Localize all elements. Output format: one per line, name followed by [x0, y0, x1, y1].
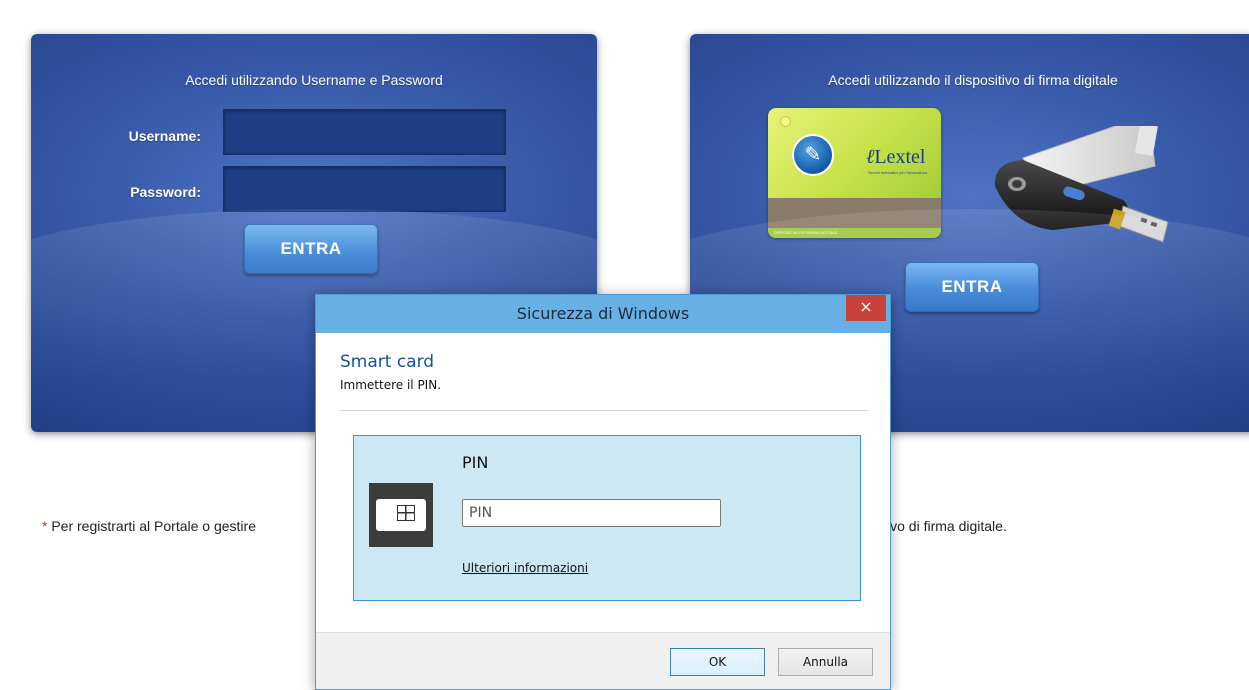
- card-stripe: [768, 198, 941, 228]
- dialog-footer: OK Annulla: [316, 632, 890, 689]
- username-login-title: Accedi utilizzando Username e Password: [185, 72, 443, 88]
- windows-security-dialog: Sicurezza di Windows × Smart card Immett…: [315, 294, 891, 690]
- username-input[interactable]: [223, 109, 506, 155]
- cancel-button[interactable]: Annulla: [778, 648, 873, 676]
- username-login-submit-button[interactable]: ENTRA: [244, 224, 378, 274]
- card-dot-decoration: [780, 116, 791, 127]
- smart-card-illustration: ✎ ℓLextel Servizi telematici per l'avvoc…: [768, 108, 941, 238]
- card-brand: ℓLextel: [866, 146, 926, 168]
- digital-signature-title: Accedi utilizzando il dispositivo di fir…: [828, 72, 1118, 88]
- password-input[interactable]: [223, 166, 506, 212]
- card-caption: DISPOSITIVO DI FIRMA DIGITALE: [774, 230, 838, 235]
- username-label: Username:: [128, 128, 201, 144]
- footnote-star: *: [42, 518, 48, 534]
- dialog-subheading: Immettere il PIN.: [340, 378, 442, 392]
- card-brand-subtitle: Servizi telematici per l'avvocatura: [868, 170, 928, 175]
- digital-signature-submit-button[interactable]: ENTRA: [905, 262, 1039, 312]
- password-label: Password:: [130, 184, 201, 200]
- dialog-heading: Smart card: [340, 352, 435, 372]
- pin-input[interactable]: [462, 499, 721, 527]
- close-button[interactable]: ×: [846, 295, 886, 321]
- smart-card-icon: [369, 483, 433, 547]
- dialog-titlebar[interactable]: Sicurezza di Windows ×: [316, 295, 890, 333]
- ok-button[interactable]: OK: [670, 648, 765, 676]
- dialog-separator: [340, 410, 868, 411]
- pin-credential-tile[interactable]: PIN Ulteriori informazioni: [353, 435, 861, 601]
- usb-token-icon: [994, 126, 1169, 243]
- card-logo-icon: ✎: [792, 134, 834, 176]
- more-info-link[interactable]: Ulteriori informazioni: [462, 561, 588, 575]
- footnote-text-start: Per registrarti al Portale o gestire: [51, 518, 256, 534]
- dialog-title: Sicurezza di Windows: [516, 304, 690, 323]
- pin-label: PIN: [462, 453, 489, 472]
- footnote-text: * Per registrarti al Portale o gestire: [42, 518, 256, 534]
- footnote-text-end: ivo di firma digitale.: [887, 518, 1007, 534]
